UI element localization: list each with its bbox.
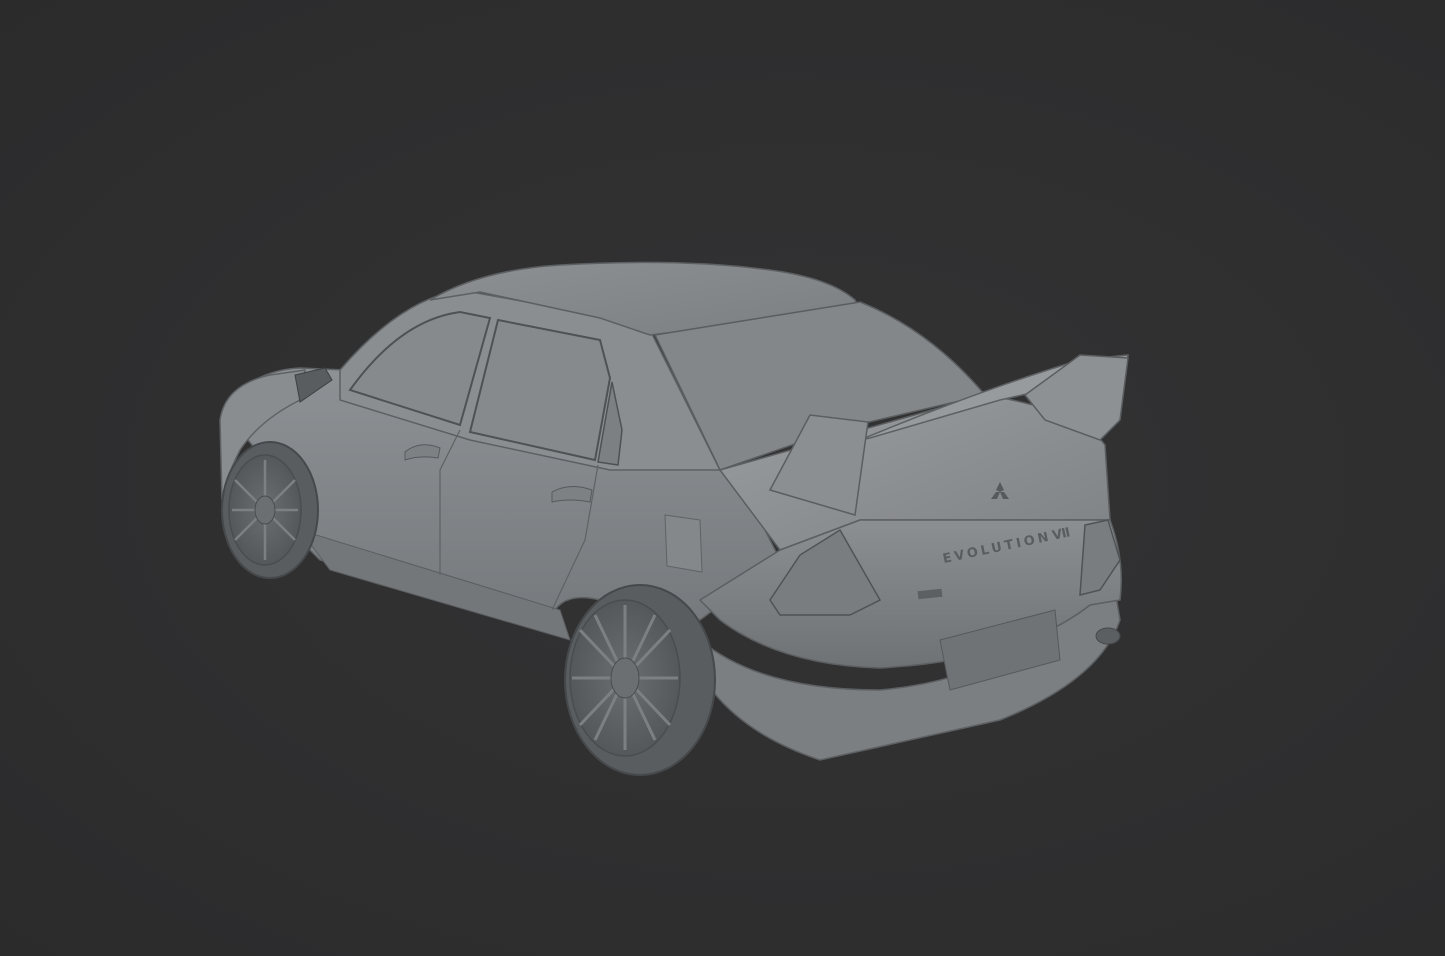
rear-door-handle: [551, 486, 593, 503]
3d-viewport[interactable]: EVOLUTION Ⅶ: [0, 0, 1445, 956]
fuel-door: [664, 514, 703, 573]
front-wheel: [221, 441, 319, 579]
rear-wheel: [564, 584, 716, 776]
exhaust: [1095, 627, 1121, 645]
car-model[interactable]: EVOLUTION Ⅶ: [0, 0, 1445, 956]
